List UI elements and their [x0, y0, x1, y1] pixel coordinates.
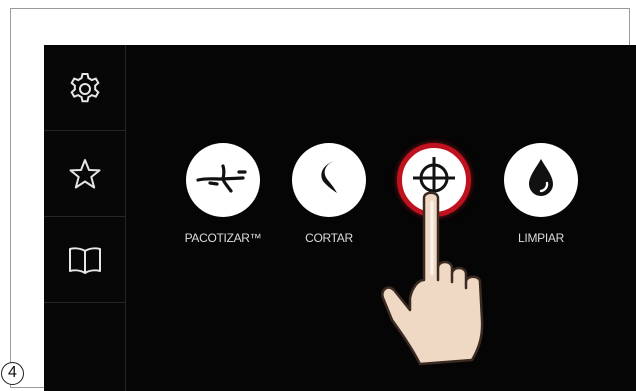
mode-circle [186, 143, 260, 217]
sidebar [44, 45, 126, 391]
step-number-badge: 4 [1, 362, 24, 385]
cut-blade-icon [309, 156, 349, 205]
mode-label: LIMPIAR [518, 231, 564, 245]
mode-circle-active [397, 143, 471, 217]
crosshair-icon [410, 154, 458, 207]
mode-circle [504, 143, 578, 217]
device-screen: PACOTIZAR™ CORTAR LIMPIAR [44, 45, 636, 391]
pointing-hand-icon [380, 188, 530, 380]
mode-circle [292, 143, 366, 217]
pacotizar-blade-icon [195, 158, 251, 203]
sidebar-item-favorites[interactable] [44, 131, 125, 217]
star-icon [68, 157, 102, 191]
sidebar-item-settings[interactable] [44, 45, 125, 131]
gear-icon [67, 70, 103, 106]
book-icon [67, 245, 103, 275]
mode-label: CORTAR [305, 231, 353, 245]
sidebar-item-empty [44, 303, 125, 389]
water-drop-icon [523, 156, 559, 205]
sidebar-item-recipes[interactable] [44, 217, 125, 303]
